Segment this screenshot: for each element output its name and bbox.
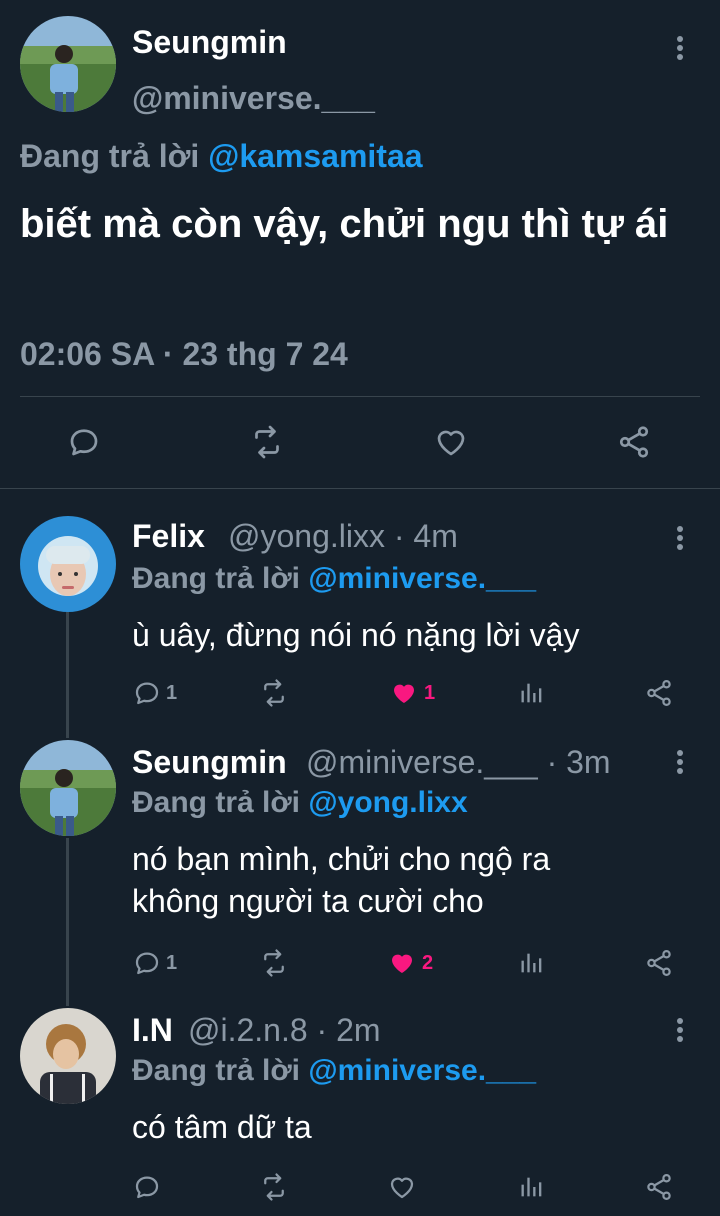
reply-count: 1 [166, 681, 178, 704]
avatar[interactable] [20, 740, 116, 836]
reply-prefix: Đang trả lời [132, 562, 301, 595]
analytics-icon [521, 953, 542, 973]
author-name[interactable]: Felix [132, 518, 205, 555]
more-options-icon[interactable] [668, 1014, 692, 1046]
reply-to-link[interactable]: @miniverse.___ [308, 562, 536, 595]
thread-line [66, 838, 69, 1006]
reply-time[interactable]: · 2m [317, 1012, 381, 1048]
analytics-button[interactable] [518, 1172, 546, 1202]
reply-count: 1 [166, 951, 178, 974]
retweet-icon [264, 679, 284, 707]
tweet-timestamp[interactable]: 02:06 SA · 23 thg 7 24 [20, 336, 348, 373]
retweet-icon [264, 949, 284, 977]
reply-prefix: Đang trả lời [132, 786, 301, 819]
author-handle[interactable]: @yong.lixx [228, 518, 385, 554]
author-handle[interactable]: @i.2.n.8 [188, 1012, 308, 1048]
reply-to-link[interactable]: @yong.lixx [308, 786, 467, 819]
tweet-text: biết mà còn vậy, chửi ngu thì tự ái [20, 202, 669, 246]
like-icon [390, 1177, 414, 1199]
reply-button[interactable] [132, 1172, 162, 1202]
retweet-button[interactable] [258, 1172, 290, 1202]
share-button[interactable] [644, 948, 674, 978]
share-icon [647, 950, 671, 976]
like-icon [437, 430, 465, 456]
share-button[interactable] [644, 1172, 674, 1202]
main-tweet: Seungmin @miniverse.___ Đang trả lời @ka… [0, 0, 720, 486]
tweet-text: nó bạn mình, chửi cho ngộ ra không người… [132, 841, 551, 919]
thread-line [66, 612, 69, 738]
reply-button[interactable] [66, 424, 102, 460]
like-button[interactable] [432, 424, 470, 460]
reply-icon [135, 1176, 159, 1199]
reply-time[interactable]: · 4m [394, 518, 458, 554]
like-count: 1 [424, 681, 436, 704]
like-button[interactable]: 1 [388, 678, 435, 708]
divider [20, 396, 700, 397]
author-name[interactable]: Seungmin [132, 744, 287, 781]
more-options-icon[interactable] [668, 522, 692, 554]
share-icon [647, 1174, 671, 1200]
like-count: 2 [422, 951, 434, 974]
share-button[interactable] [616, 424, 652, 460]
more-options-icon[interactable] [668, 32, 692, 64]
like-filled-icon [394, 684, 414, 703]
share-button[interactable] [644, 678, 674, 708]
analytics-button[interactable] [518, 678, 546, 708]
avatar[interactable] [20, 16, 116, 112]
avatar[interactable] [20, 1008, 116, 1104]
reply-button[interactable]: 1 [132, 948, 177, 978]
like-button[interactable] [386, 1172, 418, 1202]
handle-time: @i.2.n.8 · 2m [188, 1012, 381, 1049]
share-icon [619, 426, 649, 458]
reply-icon [135, 952, 159, 975]
reply-prefix: Đang trả lời [132, 1054, 301, 1087]
reply-context: Đang trả lời @kamsamitaa [20, 138, 423, 175]
author-name[interactable]: Seungmin [132, 24, 287, 61]
retweet-button[interactable] [258, 948, 290, 978]
tweet-text: ù uây, đừng nói nó nặng lời vậy [132, 617, 580, 653]
analytics-icon [521, 683, 542, 703]
reply-button[interactable]: 1 [132, 678, 177, 708]
analytics-icon [521, 1177, 542, 1197]
author-handle[interactable]: @miniverse.___ [132, 80, 375, 117]
retweet-button[interactable] [248, 424, 286, 460]
retweet-icon [255, 425, 279, 459]
share-icon [647, 680, 671, 706]
reply-time[interactable]: · 3m [547, 744, 611, 780]
author-handle[interactable]: @miniverse.___ [306, 744, 538, 780]
reply-context: Đang trả lời @miniverse.___ [132, 562, 536, 596]
handle-time: @miniverse.___ · 3m [306, 744, 611, 781]
retweet-button[interactable] [258, 678, 290, 708]
handle-time: @yong.lixx · 4m [228, 518, 458, 555]
reply-prefix: Đang trả lời [20, 138, 200, 174]
tweet-text: có tâm dữ ta [132, 1109, 312, 1145]
avatar[interactable] [20, 516, 116, 612]
author-name[interactable]: I.N [132, 1012, 173, 1049]
reply-icon [135, 682, 159, 705]
reply-context: Đang trả lời @miniverse.___ [132, 1054, 536, 1088]
reply-context: Đang trả lời @yong.lixx [132, 786, 468, 820]
like-button[interactable]: 2 [386, 948, 433, 978]
reply-icon [70, 429, 98, 456]
analytics-button[interactable] [518, 948, 546, 978]
reply-to-link[interactable]: @kamsamitaa [208, 138, 422, 174]
reply-to-link[interactable]: @miniverse.___ [308, 1054, 536, 1087]
more-options-icon[interactable] [668, 746, 692, 778]
retweet-icon [264, 1173, 284, 1201]
like-filled-icon [392, 954, 412, 973]
section-divider [0, 488, 720, 489]
